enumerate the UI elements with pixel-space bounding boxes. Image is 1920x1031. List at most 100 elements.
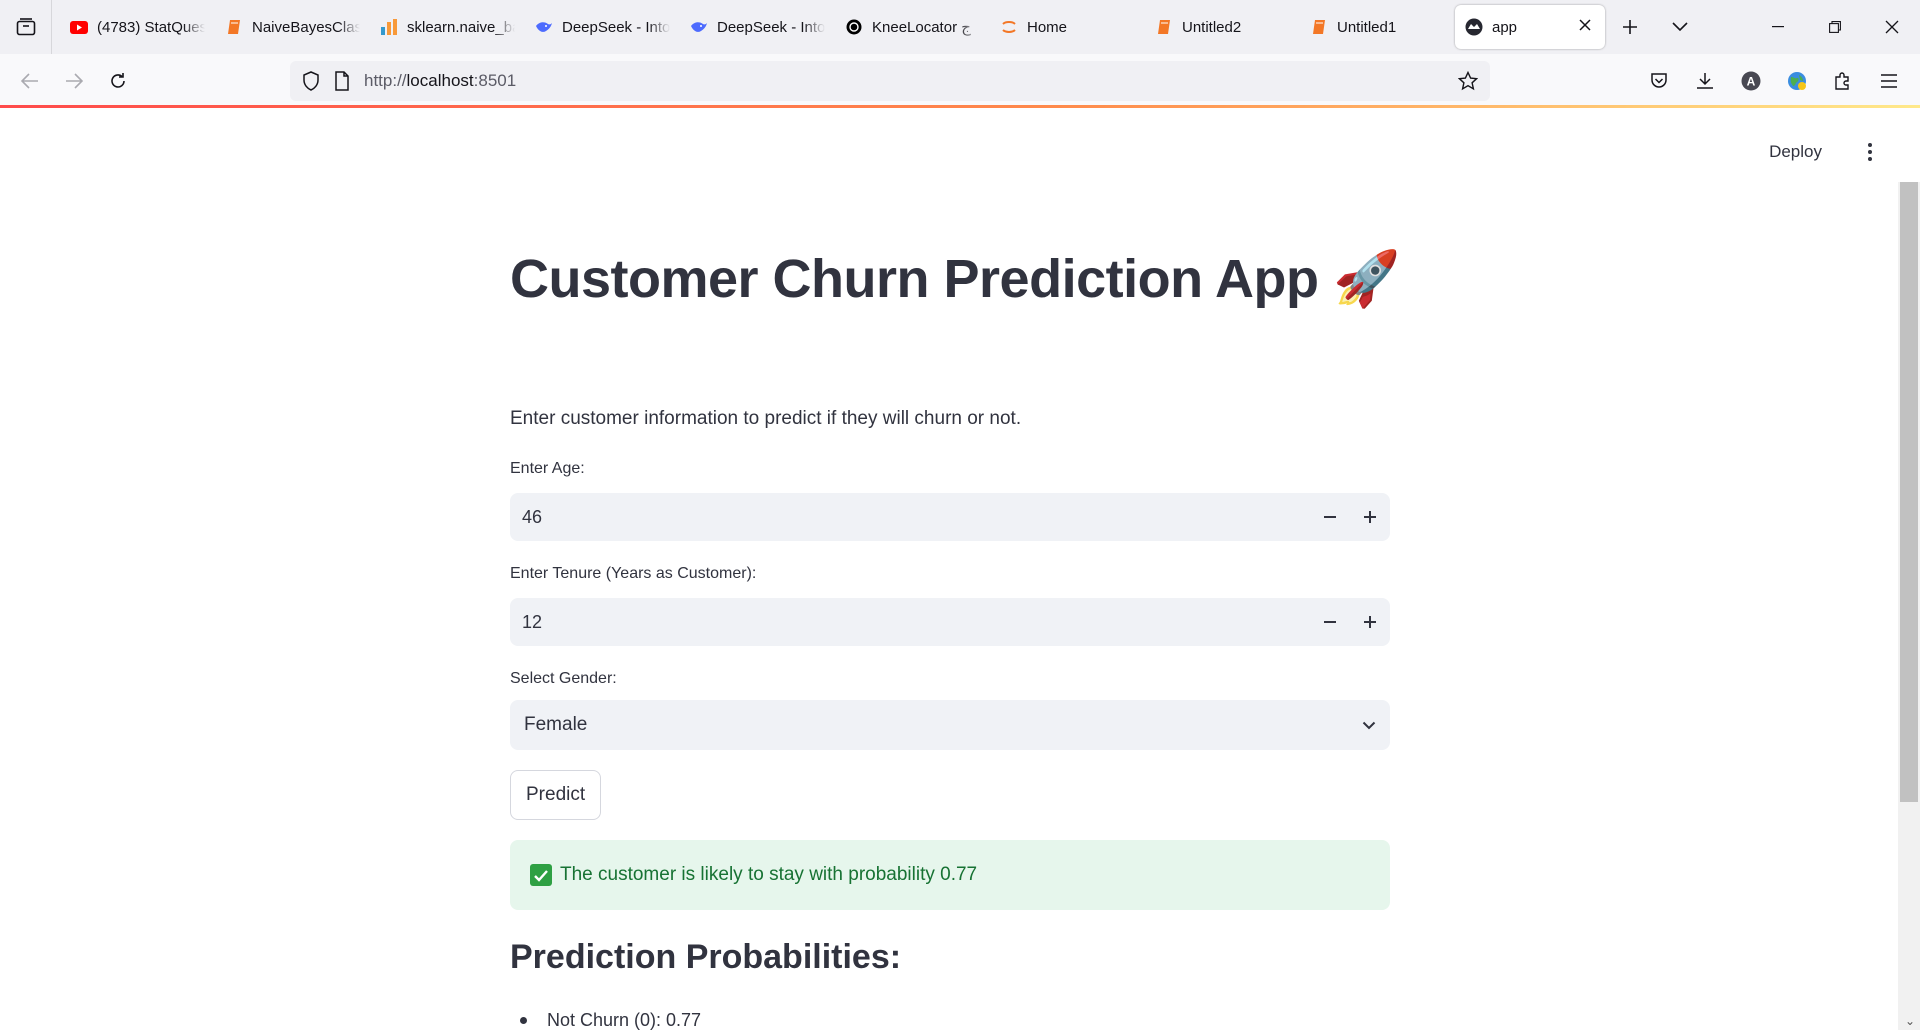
plus-icon bbox=[1364, 511, 1376, 523]
scroll-down-icon[interactable]: ⌄ bbox=[1905, 1014, 1915, 1028]
deepseek-icon bbox=[690, 18, 708, 36]
plus-icon bbox=[1364, 616, 1376, 628]
age-value[interactable]: 46 bbox=[510, 507, 1310, 528]
extension-globe-button[interactable] bbox=[1774, 59, 1820, 103]
pocket-icon bbox=[1651, 73, 1667, 88]
globe-extension-icon bbox=[1788, 72, 1806, 90]
check-mark-icon bbox=[530, 864, 552, 886]
puzzle-piece-icon bbox=[1835, 72, 1849, 90]
toolbar-right: A bbox=[1636, 59, 1912, 103]
minimize-button[interactable] bbox=[1749, 0, 1806, 54]
browser-tab[interactable]: (4783) StatQuest bbox=[60, 5, 215, 49]
sklearn-icon bbox=[380, 18, 398, 36]
age-decrement-button[interactable] bbox=[1310, 493, 1350, 541]
browser-tab[interactable]: Untitled1 bbox=[1300, 5, 1455, 49]
age-number-input[interactable]: 46 bbox=[510, 493, 1390, 541]
browser-tab-strip: (4783) StatQuest NaiveBayesClassifier skle… bbox=[0, 0, 1920, 54]
tab-title: Home bbox=[1027, 18, 1068, 36]
close-window-button[interactable] bbox=[1863, 0, 1920, 54]
window-controls bbox=[1749, 0, 1920, 54]
bookmark-star-icon[interactable] bbox=[1458, 71, 1478, 91]
result-text: The customer is likely to stay with prob… bbox=[560, 864, 978, 885]
close-icon bbox=[1885, 20, 1898, 34]
notebook-icon bbox=[225, 18, 243, 36]
account-avatar-icon: A bbox=[1741, 71, 1761, 91]
back-button[interactable] bbox=[8, 59, 52, 103]
url-scheme: http:// bbox=[364, 71, 407, 90]
tenure-value[interactable]: 12 bbox=[510, 612, 1310, 633]
kebab-dot-icon bbox=[1868, 150, 1872, 154]
tab-title: KneeLocator ج bbox=[872, 19, 971, 36]
browser-tab[interactable]: DeepSeek - Into bbox=[680, 5, 835, 49]
new-tab-button[interactable] bbox=[1605, 0, 1655, 54]
tenure-number-input[interactable]: 12 bbox=[510, 598, 1390, 646]
success-alert: The customer is likely to stay with prob… bbox=[510, 840, 1390, 910]
browser-tab[interactable]: Home bbox=[990, 5, 1145, 49]
tenure-decrement-button[interactable] bbox=[1310, 598, 1350, 646]
tab-title: Untitled1 bbox=[1337, 18, 1397, 36]
close-tab-icon[interactable] bbox=[1575, 18, 1595, 36]
svg-text:A: A bbox=[1747, 75, 1756, 89]
url-host: localhost bbox=[406, 71, 474, 90]
scrollbar[interactable] bbox=[1898, 182, 1920, 1030]
tenure-increment-button[interactable] bbox=[1350, 598, 1390, 646]
minus-icon bbox=[1324, 516, 1336, 518]
jupyter-icon bbox=[1000, 18, 1018, 36]
reload-icon bbox=[111, 72, 125, 88]
downloads-button[interactable] bbox=[1682, 59, 1728, 103]
list-item: Not Churn (0): 0.77 bbox=[520, 1010, 701, 1031]
probability-text: Not Churn (0): 0.77 bbox=[547, 1010, 702, 1030]
app-menu-button[interactable] bbox=[1866, 59, 1912, 103]
browser-tab[interactable]: DeepSeek - Into bbox=[525, 5, 680, 49]
arrow-left-icon bbox=[21, 72, 38, 89]
address-bar[interactable]: http://localhost:8501 bbox=[290, 61, 1490, 101]
gender-label: Select Gender: bbox=[510, 670, 617, 687]
tab-overview-button[interactable] bbox=[0, 0, 52, 54]
reload-button[interactable] bbox=[96, 59, 140, 103]
browser-tab[interactable]: KneeLocator ج bbox=[835, 5, 990, 49]
deploy-button[interactable]: Deploy bbox=[1769, 142, 1822, 162]
scrollbar-thumb[interactable] bbox=[1900, 182, 1918, 802]
tab-title: sklearn.naive_bayes bbox=[407, 18, 515, 36]
probabilities-heading: Prediction Probabilities: bbox=[510, 938, 902, 976]
kebab-dot-icon bbox=[1868, 157, 1872, 161]
extensions-button[interactable] bbox=[1820, 59, 1866, 103]
minimize-icon bbox=[1771, 26, 1784, 28]
tab-title: DeepSeek - Into bbox=[717, 18, 825, 36]
tab-title: (4783) StatQuest bbox=[97, 18, 205, 36]
gender-selected-value: Female bbox=[524, 714, 588, 735]
gender-select[interactable]: Female bbox=[510, 700, 1390, 750]
openai-icon bbox=[845, 18, 863, 36]
tracking-protection-shield-icon[interactable] bbox=[302, 71, 320, 91]
pocket-button[interactable] bbox=[1636, 59, 1682, 103]
chevron-down-icon bbox=[1672, 22, 1688, 32]
plus-icon bbox=[1623, 20, 1637, 34]
forward-button[interactable] bbox=[52, 59, 96, 103]
navigation-toolbar: http://localhost:8501 A bbox=[0, 54, 1920, 108]
age-increment-button[interactable] bbox=[1350, 493, 1390, 541]
browser-tab[interactable]: NaiveBayesClassifier bbox=[215, 5, 370, 49]
tab-title: app bbox=[1492, 18, 1518, 36]
predict-button[interactable]: Predict bbox=[510, 770, 602, 820]
notebook-icon bbox=[1155, 18, 1173, 36]
browser-tab[interactable]: Untitled2 bbox=[1145, 5, 1300, 49]
download-icon bbox=[1697, 73, 1713, 89]
browser-tab[interactable]: sklearn.naive_bayes bbox=[370, 5, 525, 49]
tab-overview-icon bbox=[16, 18, 35, 36]
url-text: http://localhost:8501 bbox=[364, 71, 516, 91]
youtube-icon bbox=[70, 18, 88, 36]
tenure-label: Enter Tenure (Years as Customer): bbox=[510, 565, 757, 582]
restore-button[interactable] bbox=[1806, 0, 1863, 54]
list-all-tabs-button[interactable] bbox=[1655, 0, 1705, 54]
tab-title: DeepSeek - Into bbox=[562, 18, 670, 36]
restore-icon bbox=[1828, 21, 1841, 33]
account-button[interactable]: A bbox=[1728, 59, 1774, 103]
main-menu-button[interactable] bbox=[1860, 138, 1880, 166]
notebook-icon bbox=[1310, 18, 1328, 36]
chevron-down-icon bbox=[1362, 721, 1376, 729]
browser-tab[interactable]: app bbox=[1455, 5, 1605, 49]
kebab-dot-icon bbox=[1868, 143, 1872, 147]
age-label: Enter Age: bbox=[510, 460, 585, 477]
page-info-icon[interactable] bbox=[334, 71, 350, 91]
streamlit-icon bbox=[1465, 18, 1483, 36]
